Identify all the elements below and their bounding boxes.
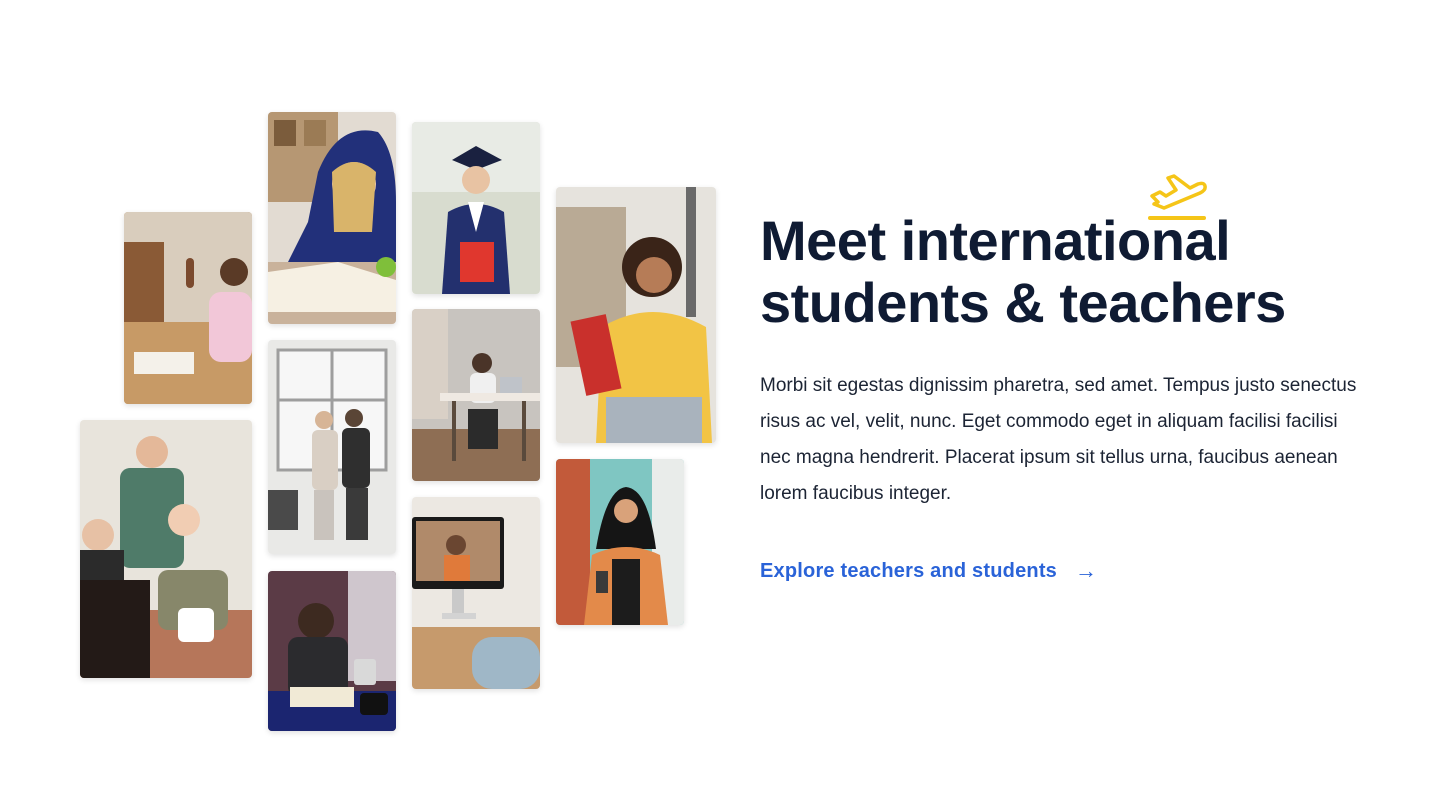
student-reading-at-desk-photo: [268, 571, 396, 731]
student-with-books-photo: [556, 187, 716, 443]
title-wrap: Meet international students & teachers: [760, 174, 1380, 334]
student-raising-hand-photo: [124, 212, 252, 404]
video-call-teacher-photo: [412, 497, 540, 689]
graduate-photo: [412, 122, 540, 294]
group-study-photo: [80, 420, 252, 678]
hero-description: Morbi sit egestas dignissim pharetra, se…: [760, 375, 1357, 504]
student-in-hijab-photo: [556, 459, 684, 625]
arrow-right-icon: →: [1075, 558, 1098, 583]
explore-link-label: Explore teachers and students: [760, 559, 1058, 582]
explore-link[interactable]: Explore teachers and students →: [760, 558, 1097, 584]
page-title: Meet international students & teachers: [760, 209, 1286, 334]
airplane-takeoff-icon: [1146, 174, 1208, 224]
hero-content: Meet international students & teachers M…: [760, 174, 1380, 584]
students-by-window-photo: [268, 340, 396, 554]
girl-reading-book-photo: [268, 112, 396, 324]
woman-at-laptop-photo: [412, 309, 540, 481]
